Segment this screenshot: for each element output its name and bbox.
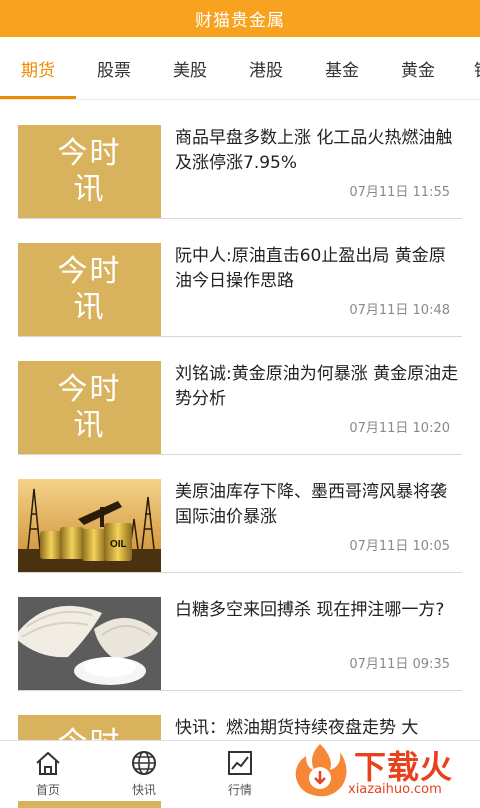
- news-time: 07月11日 10:48: [349, 303, 450, 318]
- nav-label: 行情: [227, 783, 252, 797]
- bottom-navigation: 首页 快讯 行情: [0, 740, 480, 801]
- sugar-shell-image: [18, 597, 161, 690]
- tab-silver[interactable]: 银: [456, 37, 480, 99]
- news-time: 07月11日 11:55: [349, 185, 450, 200]
- tab-futures[interactable]: 期货: [0, 37, 76, 99]
- news-time: 07月11日 10:20: [349, 421, 450, 436]
- thumbnail-text: 讯: [73, 289, 106, 325]
- news-time: 07月11日 09:35: [349, 657, 450, 672]
- top-bar: 财猫贵金属: [0, 0, 480, 37]
- news-item[interactable]: 白糖多空来回搏杀 现在押注哪一方? 07月11日 09:35: [18, 572, 462, 691]
- news-thumbnail: 今时 讯: [18, 243, 161, 336]
- tab-stocks[interactable]: 股票: [76, 37, 152, 99]
- thumbnail-text: 讯: [73, 407, 106, 443]
- tab-gold[interactable]: 黄金: [380, 37, 456, 99]
- home-icon: [36, 752, 60, 775]
- tab-funds[interactable]: 基金: [304, 37, 380, 99]
- oil-barrels-image: OIL: [18, 479, 161, 572]
- app-title: 财猫贵金属: [195, 11, 285, 31]
- thumbnail-text: 今时: [57, 371, 122, 407]
- thumbnail-text: 今时: [57, 135, 122, 171]
- news-title: 白糖多空来回搏杀 现在押注哪一方?: [175, 600, 445, 620]
- news-title: 商品早盘多数上涨 化工品火热燃油触及涨停涨7.95%: [175, 128, 453, 173]
- chart-icon: [228, 751, 252, 775]
- news-item[interactable]: 今时 讯 阮中人:原油直击60止盈出局 黄金原油今日操作思路 07月11日 10…: [18, 218, 462, 337]
- news-time: 07月11日 10:05: [349, 539, 450, 554]
- news-item[interactable]: OIL 美原油库存下降、墨西哥湾风暴将袭 国际油价暴涨 07月11日 10:05: [18, 454, 462, 573]
- news-title: 快讯：燃油期货持续夜盘走势 大: [175, 718, 419, 738]
- tab-hk-stocks[interactable]: 港股: [228, 37, 304, 99]
- nav-flash-news[interactable]: 快讯: [96, 741, 192, 801]
- news-title: 美原油库存下降、墨西哥湾风暴将袭 国际油价暴涨: [175, 482, 447, 527]
- category-tabs: 期货 股票 美股 港股 基金 黄金 银: [0, 37, 480, 100]
- nav-quotes[interactable]: 行情: [192, 741, 288, 801]
- globe-icon: [132, 751, 156, 775]
- active-tab-indicator: [0, 96, 76, 99]
- news-item[interactable]: 今时 讯 刘铭诚:黄金原油为何暴涨 黄金原油走势分析 07月11日 10:20: [18, 336, 462, 455]
- news-thumbnail: 今时 讯: [18, 125, 161, 218]
- nav-label: 首页: [35, 783, 60, 797]
- nav-home[interactable]: 首页: [0, 741, 96, 801]
- tab-us-stocks[interactable]: 美股: [152, 37, 228, 99]
- news-item[interactable]: 今时 讯 商品早盘多数上涨 化工品火热燃油触及涨停涨7.95% 07月11日 1…: [18, 100, 462, 219]
- news-thumbnail: 今时 讯: [18, 361, 161, 454]
- news-title: 刘铭诚:黄金原油为何暴涨 黄金原油走势分析: [175, 364, 459, 409]
- news-title: 阮中人:原油直击60止盈出局 黄金原油今日操作思路: [175, 246, 446, 291]
- thumbnail-text: 今时: [57, 253, 122, 289]
- barrel-label: OIL: [110, 539, 127, 550]
- thumbnail-text: 讯: [73, 171, 106, 207]
- nav-label: 快讯: [131, 783, 156, 797]
